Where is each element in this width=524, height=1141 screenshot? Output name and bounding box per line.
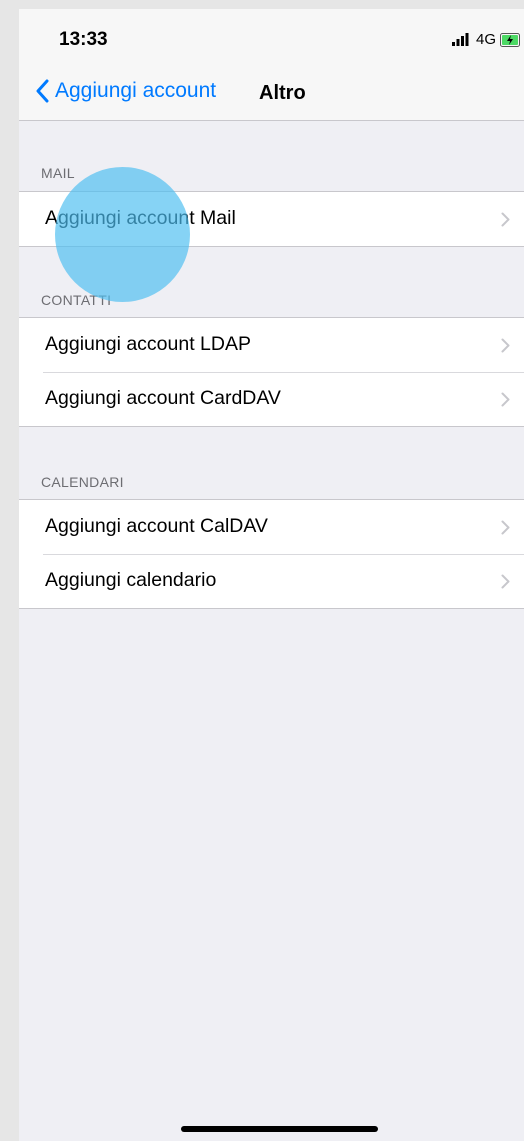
settings-screen: 13:33 4G Aggiungi account Altro MAIL Agg… xyxy=(19,9,524,1141)
chevron-right-icon xyxy=(501,212,510,227)
row-label: Aggiungi calendario xyxy=(45,569,217,591)
status-indicators: 4G xyxy=(451,31,522,48)
status-bar: 13:33 4G xyxy=(19,9,524,69)
battery-charging-icon xyxy=(500,32,522,47)
chevron-left-icon xyxy=(36,79,49,103)
section-header-calendari: CALENDARI xyxy=(41,474,124,490)
network-type: 4G xyxy=(475,31,496,48)
page-title: Altro xyxy=(259,82,306,104)
section-header-contatti: CONTATTI xyxy=(41,292,112,308)
row-label: Aggiungi account CalDAV xyxy=(45,515,268,537)
row-label: Aggiungi account CardDAV xyxy=(45,387,281,409)
mail-group: Aggiungi account Mail xyxy=(19,191,524,247)
row-label: Aggiungi account LDAP xyxy=(45,333,251,355)
add-caldav-account-row[interactable]: Aggiungi account CalDAV xyxy=(19,500,524,554)
section-header-mail: MAIL xyxy=(41,165,75,181)
chevron-right-icon xyxy=(501,574,510,589)
signal-bars-icon xyxy=(451,32,472,47)
calendari-group: Aggiungi account CalDAV Aggiungi calenda… xyxy=(19,499,524,609)
navigation-bar: Aggiungi account Altro xyxy=(19,69,524,121)
chevron-right-icon xyxy=(501,520,510,535)
contatti-group: Aggiungi account LDAP Aggiungi account C… xyxy=(19,317,524,427)
add-carddav-account-row[interactable]: Aggiungi account CardDAV xyxy=(19,372,524,426)
status-time: 13:33 xyxy=(59,29,108,50)
back-button-label: Aggiungi account xyxy=(55,79,217,102)
chevron-right-icon xyxy=(501,338,510,353)
chevron-right-icon xyxy=(501,392,510,407)
row-label: Aggiungi account Mail xyxy=(45,207,236,229)
add-ldap-account-row[interactable]: Aggiungi account LDAP xyxy=(19,318,524,372)
add-mail-account-row[interactable]: Aggiungi account Mail xyxy=(19,192,524,246)
home-indicator[interactable] xyxy=(181,1126,378,1132)
back-button[interactable]: Aggiungi account xyxy=(35,79,216,103)
add-calendar-row[interactable]: Aggiungi calendario xyxy=(19,554,524,608)
